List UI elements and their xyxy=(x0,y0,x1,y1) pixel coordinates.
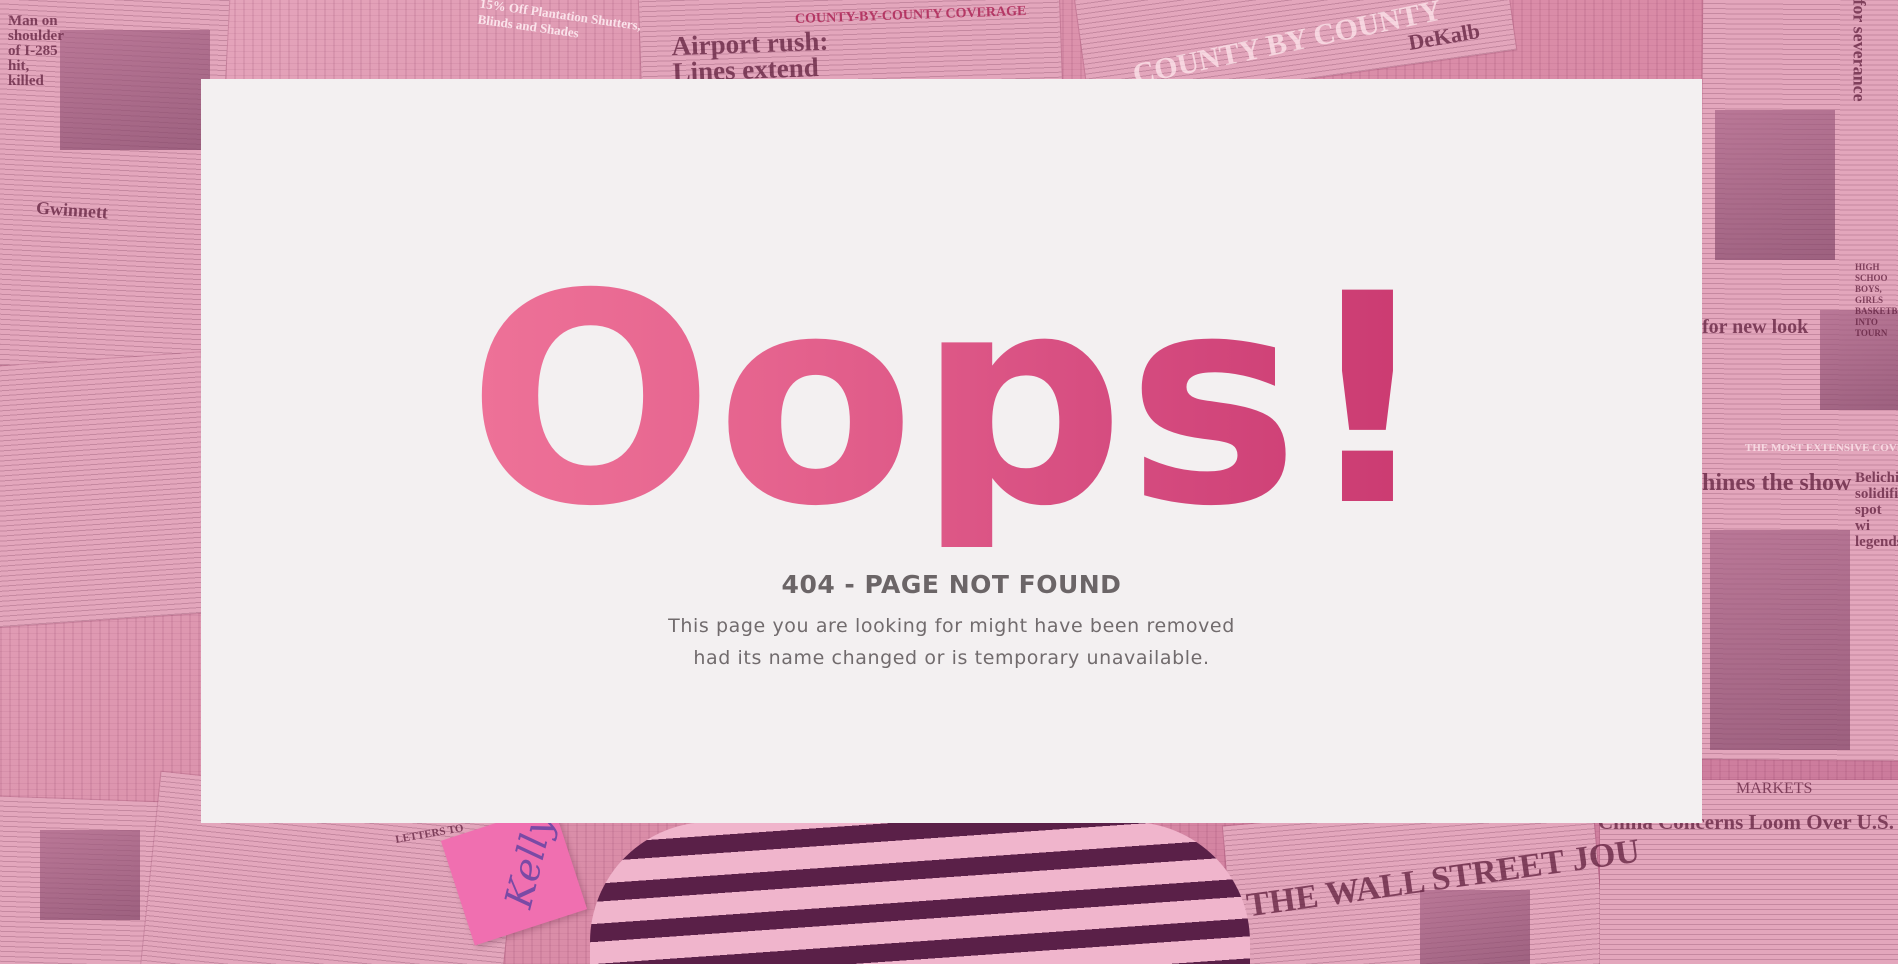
newspaper-headline: Man on shoulder of I-285 hit, killed xyxy=(8,13,64,89)
newspaper-photo xyxy=(60,30,210,150)
striped-shirt-image xyxy=(590,822,1250,964)
newspaper-photo xyxy=(1420,890,1530,964)
oops-headline: Oops! xyxy=(201,257,1702,547)
newspaper-headline: Belichi solidifie spot wi legends xyxy=(1855,470,1898,550)
newspaper-sheet xyxy=(0,352,219,628)
sticky-note-scribble: Kelly xyxy=(496,808,563,913)
error-title: 404 - PAGE NOT FOUND xyxy=(781,570,1122,599)
error-message: This page you are looking for might have… xyxy=(201,610,1702,674)
newspaper-headline: THE MOST EXTENSIVE COVERAGE xyxy=(1745,442,1898,454)
newspaper-headline: hines the show xyxy=(1702,470,1852,496)
newspaper-headline: 15% Off Plantation Shutters, Blinds and … xyxy=(476,0,643,41)
newspaper-headline: HIGH SCHOO BOYS, GIRLS BASKETBALL INTO T… xyxy=(1855,262,1898,338)
newspaper-headline: MARKETS xyxy=(1736,780,1813,797)
error-card: Oops! 404 - PAGE NOT FOUND This page you… xyxy=(201,79,1702,823)
newspaper-photo xyxy=(40,830,140,920)
newspaper-headline: for new look xyxy=(1702,316,1809,338)
newspaper-headline: for severance xyxy=(1849,0,1870,102)
newspaper-photo xyxy=(1710,530,1850,750)
newspaper-photo xyxy=(1715,110,1835,260)
newspaper-headline: Airport rush: Lines extend xyxy=(671,25,829,88)
error-message-line: had its name changed or is temporary una… xyxy=(693,647,1210,669)
error-message-line: This page you are looking for might have… xyxy=(668,615,1235,637)
